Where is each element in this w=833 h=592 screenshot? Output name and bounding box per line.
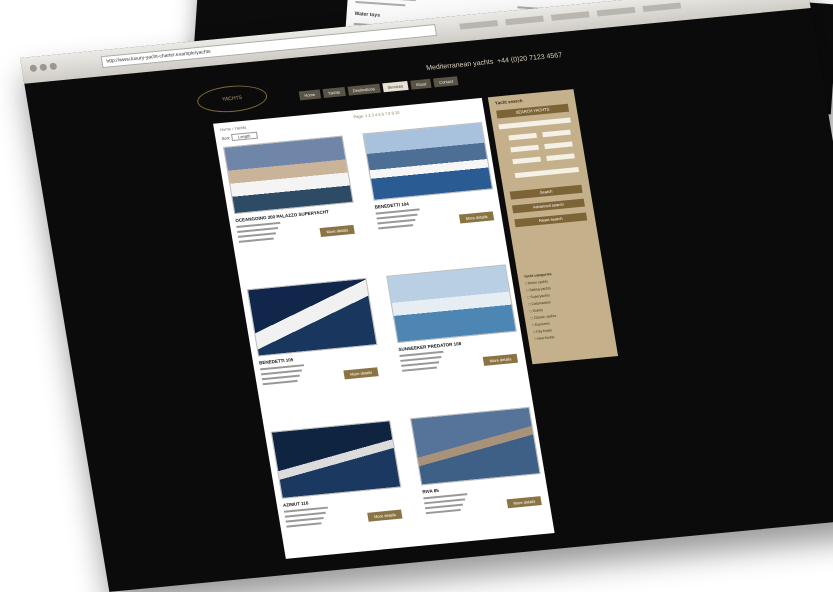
more-details-button[interactable]: More details	[319, 224, 355, 237]
bookmark-item[interactable]	[642, 2, 682, 13]
bookmark-item[interactable]	[596, 6, 636, 17]
filter-field[interactable]	[508, 132, 538, 141]
nav-item[interactable]: Destinations	[347, 83, 381, 96]
yacht-name[interactable]: SUNSEEKER PREDATOR 108	[398, 341, 461, 352]
site-logo[interactable]: YACHTS	[195, 82, 270, 116]
main-nav: Home Yachts Destinations Services About Conta…	[298, 76, 459, 101]
tagline-text: Mediterranean yachts	[425, 58, 494, 73]
yacht-card[interactable]: SUNSEEKER PREDATOR 108 More details	[386, 264, 522, 385]
yacht-spec-line	[286, 522, 322, 528]
yacht-spec-line	[401, 366, 438, 372]
more-details-button[interactable]: More details	[343, 367, 379, 380]
filter-field[interactable]	[546, 153, 575, 161]
yacht-card[interactable]: BENEDETTI 105 More details	[246, 277, 383, 398]
category-list: Yacht categories □ Motor yachts □ Sailing…	[524, 268, 609, 344]
bookmark-item[interactable]	[550, 11, 590, 21]
yacht-name[interactable]: BENEDETTI 104	[374, 201, 409, 209]
sort-label: Sort:	[221, 135, 231, 142]
more-details-button[interactable]: More details	[367, 509, 403, 522]
bookmark-item[interactable]	[505, 15, 544, 26]
more-details-button[interactable]: More details	[459, 211, 495, 224]
yacht-card[interactable]: BENEDETTI 104 More details	[362, 122, 498, 242]
search-yachts-button[interactable]: SEARCH YACHTS	[496, 103, 570, 119]
nav-item[interactable]: Contact	[433, 76, 459, 88]
filter-field[interactable]	[544, 141, 573, 150]
yacht-spec-line	[238, 237, 274, 243]
filter-field[interactable]	[512, 156, 542, 165]
yacht-photo[interactable]	[410, 406, 541, 486]
phone-number: +44 (0)20 7123 4567	[496, 52, 563, 66]
sidebar-button[interactable]: Reset search	[514, 212, 588, 228]
close-window-icon[interactable]	[29, 64, 38, 73]
yacht-spec-line	[262, 379, 298, 386]
yacht-spec-line	[425, 508, 461, 515]
panel-heading: Water toys	[354, 10, 381, 19]
filter-dropdown[interactable]	[514, 166, 580, 179]
yacht-photo[interactable]	[223, 135, 354, 215]
yacht-photo[interactable]	[386, 264, 517, 344]
website-screenshot: http://www.luxury-yacht-charter.example/…	[20, 0, 833, 592]
yacht-spec-line	[378, 224, 414, 230]
yacht-photo[interactable]	[362, 122, 494, 201]
minimize-window-icon[interactable]	[39, 63, 48, 72]
sidebar-title: Yacht search	[494, 98, 523, 106]
yacht-photo[interactable]	[246, 277, 378, 357]
yacht-card[interactable]: AZIMUT 116 More details	[270, 420, 407, 540]
more-details-button[interactable]: More details	[506, 496, 542, 509]
sidebar-button[interactable]: Search	[509, 184, 583, 200]
yacht-card[interactable]: RIVA 85 More details	[410, 406, 546, 527]
filter-field[interactable]	[542, 129, 571, 138]
yacht-photo[interactable]	[270, 420, 402, 499]
sidebar-button[interactable]: Advanced search	[511, 198, 585, 214]
search-input[interactable]	[498, 117, 571, 130]
nav-item[interactable]: Services	[381, 80, 409, 93]
pagination[interactable]: Page: 1 2 3 4 5 6 7 8 9 10	[353, 110, 400, 119]
bookmark-item[interactable]	[459, 20, 499, 30]
nav-item[interactable]: Yachts	[322, 87, 346, 99]
sort-select[interactable]: Length	[230, 131, 258, 142]
yacht-card[interactable]: OCEANGOING 200 PALAZZO SUPERYACHT More de…	[223, 135, 359, 256]
maximize-window-icon[interactable]	[49, 62, 58, 71]
breadcrumb[interactable]: Home › Yachts	[220, 125, 247, 132]
nav-item[interactable]: Home	[298, 89, 321, 101]
yacht-name[interactable]: BENEDETTI 105	[259, 357, 294, 365]
filter-field[interactable]	[510, 144, 540, 153]
more-details-button[interactable]: More details	[482, 353, 519, 366]
yacht-name[interactable]: AZIMUT 116	[283, 500, 309, 507]
site-tagline: Mediterranean yachts +44 (0)20 7123 4567	[426, 52, 563, 72]
yacht-name[interactable]: RIVA 85	[422, 488, 439, 495]
sort-control: Sort: Length	[221, 131, 258, 142]
nav-item[interactable]: About	[410, 78, 432, 90]
